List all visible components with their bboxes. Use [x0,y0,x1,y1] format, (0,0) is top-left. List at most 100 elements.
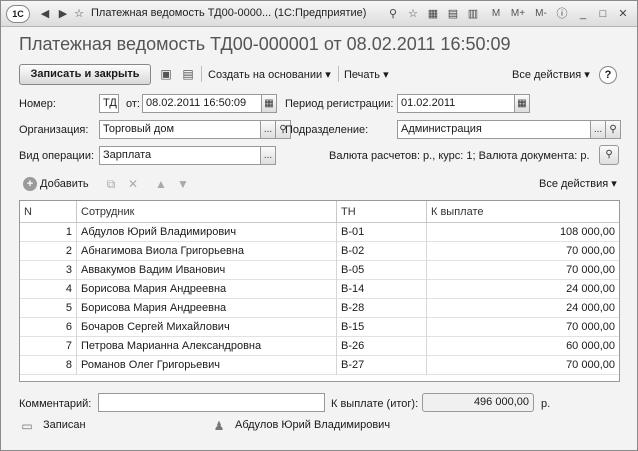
cell-n[interactable]: 4 [20,280,76,299]
calendar-icon[interactable]: ▤ [445,6,461,22]
payroll-table[interactable]: N Сотрудник ТН К выплате 1 Абдулов Юрий В… [19,200,620,382]
move-down-icon[interactable]: ▼ [175,176,191,192]
forward-icon[interactable]: ▶ [55,6,71,22]
document-icon[interactable]: ▤ [180,66,196,82]
cell-n[interactable]: 6 [20,318,76,337]
comment-field[interactable] [98,393,325,412]
cell-amount[interactable]: 24 000,00 [426,299,619,318]
table-row[interactable]: 4 Борисова Мария Андреевна В-14 24 000,00 [20,280,619,299]
cell-employee[interactable]: Бочаров Сергей Михайлович [76,318,336,337]
add-row-button[interactable]: + Добавить [23,176,89,192]
close-icon[interactable]: ✕ [615,6,631,22]
number-field[interactable]: ТД [99,94,119,113]
memory-minus-button[interactable]: M- [531,6,551,22]
help-button[interactable]: ? [599,66,617,84]
table-row[interactable]: 1 Абдулов Юрий Владимирович В-01 108 000,00 [20,223,619,242]
cell-n[interactable]: 3 [20,261,76,280]
table-row[interactable]: 5 Борисова Мария Андреевна В-28 24 000,00 [20,299,619,318]
cell-n[interactable]: 7 [20,337,76,356]
app-logo[interactable]: 1С [6,5,30,23]
table-all-actions-label: Все действия [539,178,609,190]
calendar-icon[interactable]: ▦ [425,6,441,22]
document-status: Записан [43,419,86,431]
minimize-icon[interactable]: _ [575,6,591,22]
calculator-icon[interactable]: ▥ [465,6,481,22]
cell-amount[interactable]: 70 000,00 [426,242,619,261]
division-field[interactable]: Администрация [397,120,591,139]
cell-employee[interactable]: Абнагимова Виола Григорьевна [76,242,336,261]
memory-plus-button[interactable]: M+ [507,6,529,22]
cell-n[interactable]: 5 [20,299,76,318]
maximize-icon[interactable]: □ [595,6,611,22]
cell-tn[interactable]: В-28 [336,299,426,318]
info-icon[interactable]: ⓘ [554,6,570,22]
user-icon: ♟ [213,419,225,433]
cell-tn[interactable]: В-01 [336,223,426,242]
cell-employee[interactable]: Борисова Мария Андреевна [76,299,336,318]
column-header-tn[interactable]: ТН [336,201,426,223]
cell-amount[interactable]: 24 000,00 [426,280,619,299]
back-icon[interactable]: ◀ [37,6,53,22]
select-button[interactable]: ... [260,120,276,139]
cell-tn[interactable]: В-15 [336,318,426,337]
link-icon[interactable]: ⚲ [385,6,401,22]
all-actions-label: Все действия [512,69,582,81]
column-header-employee[interactable]: Сотрудник [76,201,336,223]
search-icon[interactable]: ⚲ [599,145,619,165]
move-up-icon[interactable]: ▲ [153,176,169,192]
save-and-close-button[interactable]: Записать и закрыть [19,64,151,85]
organization-label: Организация: [19,124,89,136]
cell-tn[interactable]: В-26 [336,337,426,356]
cell-amount[interactable]: 70 000,00 [426,318,619,337]
cell-tn[interactable]: В-02 [336,242,426,261]
table-row[interactable]: 2 Абнагимова Виола Григорьевна В-02 70 000,… [20,242,619,261]
cell-amount[interactable]: 70 000,00 [426,356,619,375]
cell-amount[interactable]: 70 000,00 [426,261,619,280]
cell-tn[interactable]: В-27 [336,356,426,375]
print-label: Печать [344,69,381,81]
column-header-n[interactable]: N [20,201,76,223]
cell-employee[interactable]: Аввакумов Вадим Иванович [76,261,336,280]
delete-icon[interactable]: ✕ [125,176,141,192]
registration-period-label: Период регистрации: [285,98,394,110]
organization-field[interactable]: Торговый дом [99,120,261,139]
copy-icon[interactable]: ⧉ [103,176,119,192]
print-menu[interactable]: Печать ▾ [344,68,389,81]
cell-n[interactable]: 1 [20,223,76,242]
search-icon[interactable]: ⚲ [605,120,621,139]
create-based-on-menu[interactable]: Создать на основании ▾ [208,68,331,81]
operation-type-field[interactable]: Зарплата [99,146,261,165]
table-row[interactable]: 7 Петрова Марианна Александровна В-26 60 00… [20,337,619,356]
all-actions-menu[interactable]: Все действия ▾ [512,68,590,81]
star-icon[interactable]: ☆ [71,6,87,22]
table-row[interactable]: 3 Аввакумов Вадим Иванович В-05 70 000,00 [20,261,619,280]
document-status-icon: ▭ [21,419,33,433]
cell-amount[interactable]: 60 000,00 [426,337,619,356]
table-row[interactable]: 8 Романов Олег Григорьевич В-27 70 000,00 [20,356,619,375]
save-icon[interactable]: ▣ [158,66,174,82]
cell-employee[interactable]: Романов Олег Григорьевич [76,356,336,375]
select-button[interactable]: ... [590,120,606,139]
registration-period-field[interactable]: 01.02.2011 [397,94,515,113]
cell-n[interactable]: 8 [20,356,76,375]
calendar-icon[interactable]: ▦ [514,94,530,113]
cell-n[interactable]: 2 [20,242,76,261]
star-icon[interactable]: ☆ [405,6,421,22]
cell-tn[interactable]: В-05 [336,261,426,280]
select-button[interactable]: ... [260,146,276,165]
memory-button[interactable]: M [489,6,503,22]
cell-employee[interactable]: Петрова Марианна Александровна [76,337,336,356]
column-header-amount[interactable]: К выплате [426,201,619,223]
date-field[interactable]: 08.02.2011 16:50:09 [142,94,262,113]
cell-amount[interactable]: 108 000,00 [426,223,619,242]
table-all-actions-menu[interactable]: Все действия ▾ [539,177,617,190]
date-label: от: [126,98,140,110]
currency-info: Валюта расчетов: р., курс: 1; Валюта док… [329,150,590,162]
calendar-icon[interactable]: ▦ [261,94,277,113]
chevron-down-icon: ▾ [325,69,331,81]
cell-tn[interactable]: В-14 [336,280,426,299]
cell-employee[interactable]: Борисова Мария Андреевна [76,280,336,299]
table-row[interactable]: 6 Бочаров Сергей Михайлович В-15 70 000,00 [20,318,619,337]
window-title: Платежная ведомость ТД00-0000... (1С:Пре… [91,7,367,19]
cell-employee[interactable]: Абдулов Юрий Владимирович [76,223,336,242]
